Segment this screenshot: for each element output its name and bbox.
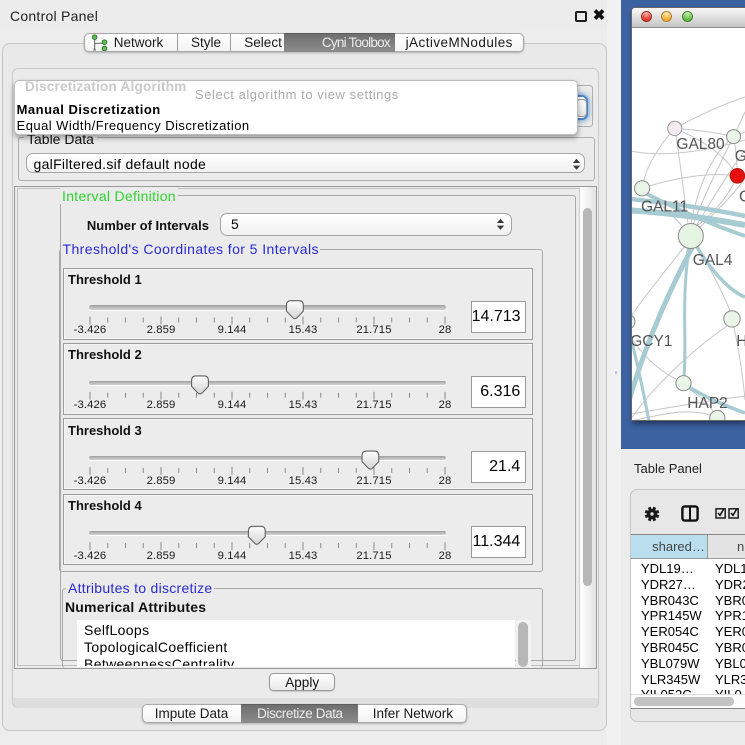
svg-text:HA: HA	[736, 333, 745, 350]
svg-text:GAL4: GAL4	[693, 252, 733, 269]
svg-text:C: C	[739, 189, 745, 206]
svg-text:GAL80: GAL80	[676, 136, 725, 153]
svg-text:GCY1: GCY1	[632, 333, 672, 350]
svg-text:GAL11: GAL11	[641, 199, 688, 216]
svg-text:HAP2: HAP2	[687, 395, 728, 412]
svg-text:GA: GA	[735, 148, 745, 165]
